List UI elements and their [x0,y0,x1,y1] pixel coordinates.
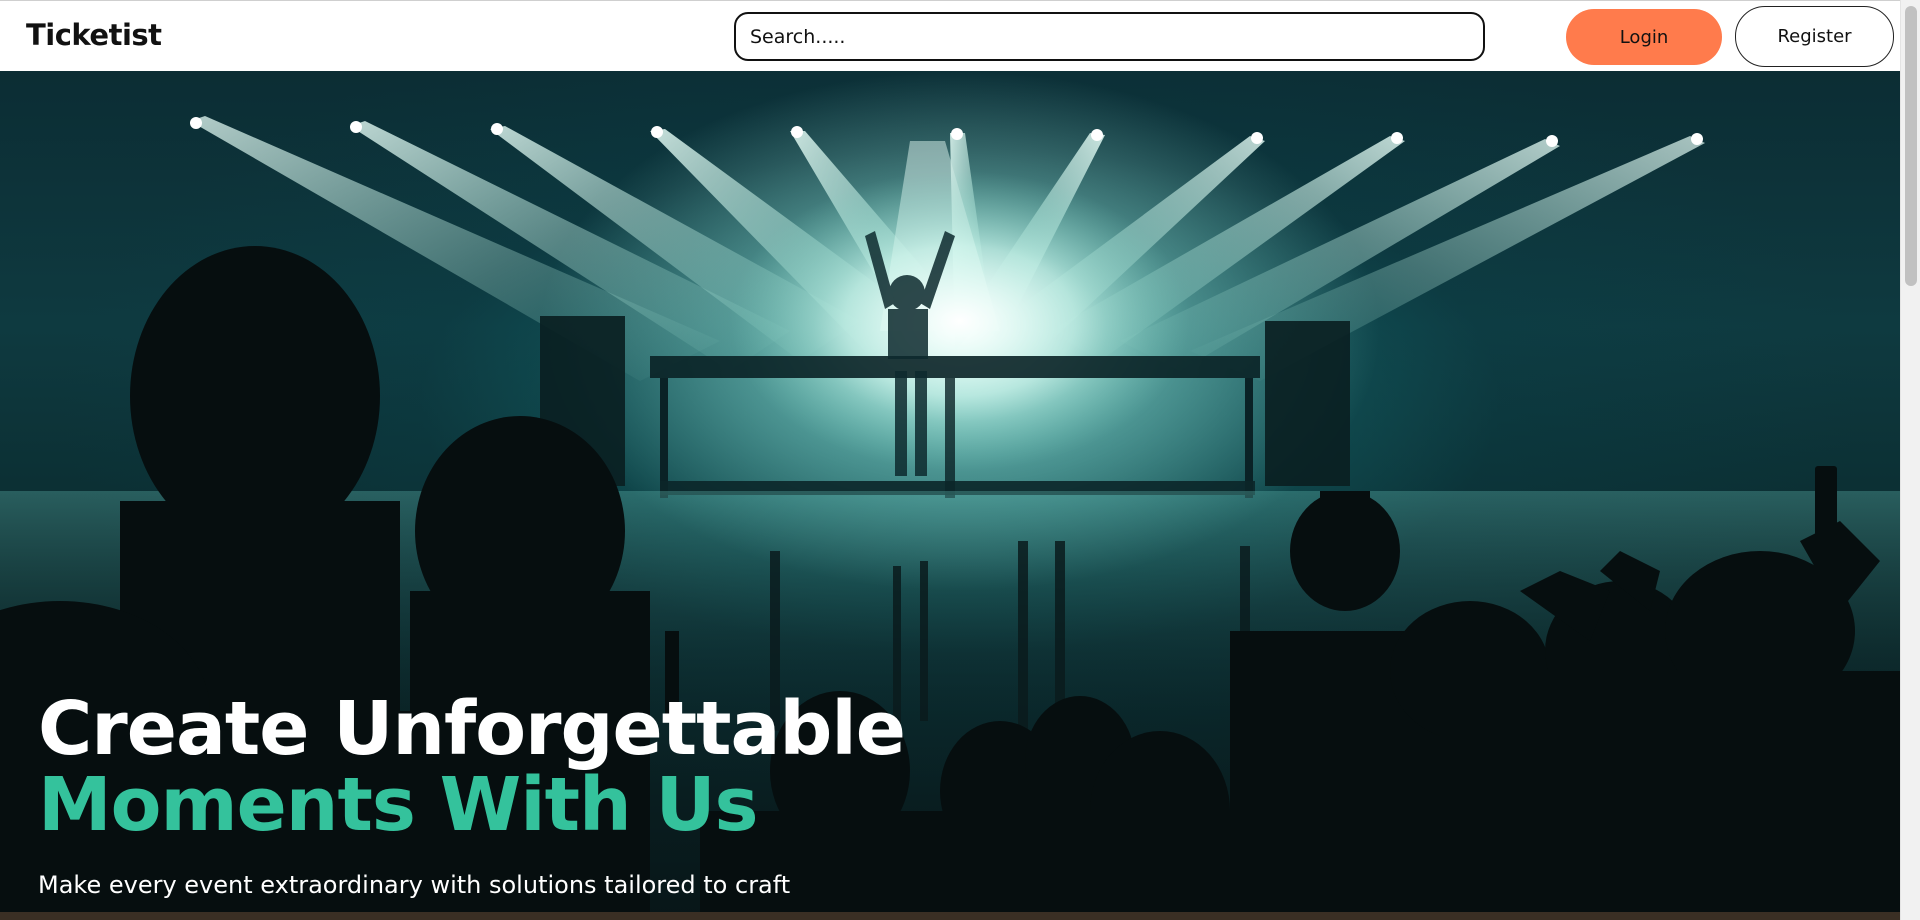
hero-section: Create Unforgettable Moments With Us Mak… [0,71,1900,920]
login-button[interactable]: Login [1566,9,1722,65]
hero-subtitle: Make every event extraordinary with solu… [38,871,791,899]
hero-headline-line2: Moments With Us [38,762,759,848]
vertical-scrollbar[interactable] [1900,0,1920,920]
hero-headline-line1: Create Unforgettable [38,686,906,772]
register-button[interactable]: Register [1735,6,1894,67]
top-navbar: Ticketist Login Register [0,0,1900,71]
spotlights [190,117,1703,147]
bottom-strip [0,912,1900,920]
hero-text-block: Create Unforgettable Moments With Us Mak… [38,686,906,901]
page: Ticketist Login Register [0,0,1900,920]
scrollbar-thumb[interactable] [1905,6,1917,286]
search-input[interactable] [734,12,1485,61]
brand-logo[interactable]: Ticketist [26,18,162,52]
